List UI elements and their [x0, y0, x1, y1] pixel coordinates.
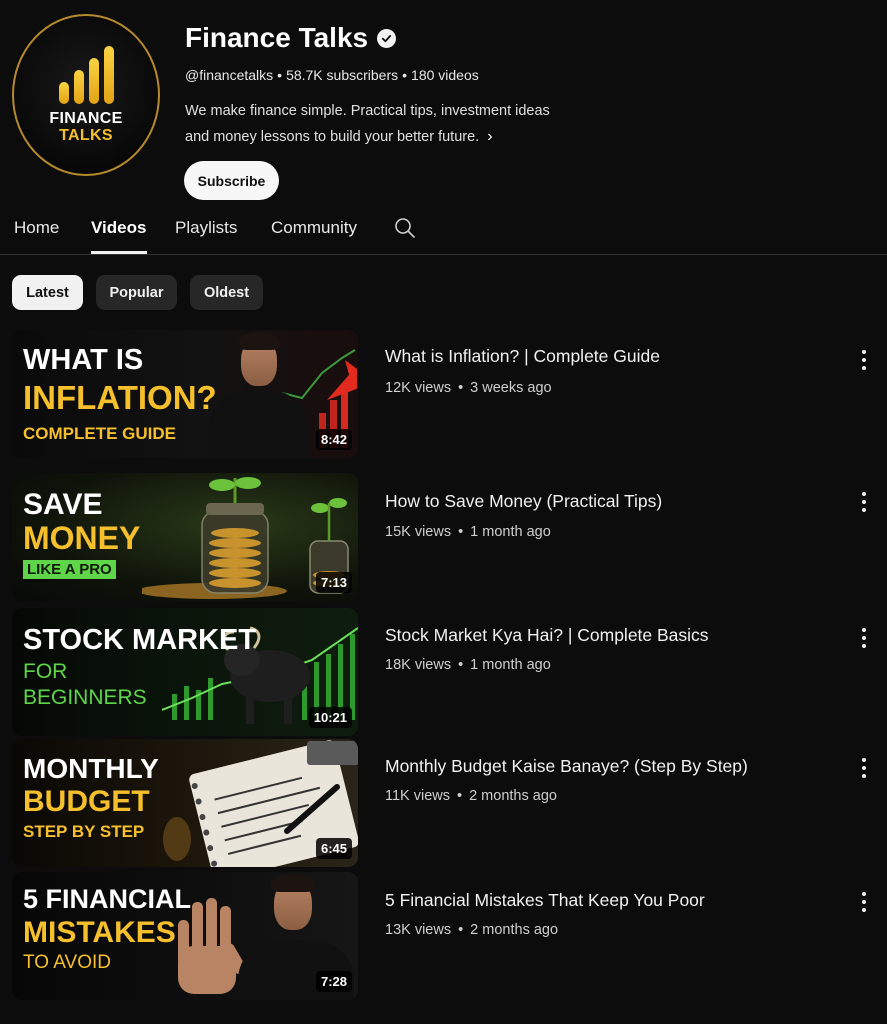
video-title[interactable]: How to Save Money (Practical Tips): [385, 491, 662, 512]
chip-latest[interactable]: Latest: [12, 275, 83, 310]
chevron-right-icon[interactable]: ›: [487, 124, 492, 149]
video-stats: 13K views • 2 months ago: [385, 922, 559, 938]
video-thumbnail[interactable]: MONTHLY BUDGET STEP BY STEP 6:45: [12, 739, 358, 867]
more-options-icon[interactable]: [856, 626, 872, 650]
video-thumbnail[interactable]: 5 FINANCIAL MISTAKES TO AVOID 7:28: [12, 872, 358, 1000]
presenter-figure: [204, 330, 314, 458]
video-title[interactable]: Monthly Budget Kaise Banaye? (Step By St…: [385, 756, 748, 777]
channel-handle: @financetalks: [185, 67, 274, 83]
channel-tabs: Home Videos Playlists Community: [0, 208, 887, 255]
channel-description[interactable]: We make finance simple. Practical tips, …: [185, 99, 605, 150]
thumb-subtitle: FOR: [23, 660, 68, 683]
video-duration: 7:13: [315, 572, 352, 593]
chip-oldest[interactable]: Oldest: [190, 275, 263, 310]
tab-community[interactable]: Community: [271, 218, 357, 238]
video-thumbnail[interactable]: WHAT IS INFLATION? COMPLETE GUIDE 8:42: [12, 330, 358, 458]
thumb-subtitle: BEGINNERS: [23, 686, 147, 709]
more-options-icon[interactable]: [856, 890, 872, 914]
tab-videos[interactable]: Videos: [91, 218, 146, 238]
video-item[interactable]: WHAT IS INFLATION? COMPLETE GUIDE 8:42 W…: [0, 330, 887, 460]
video-stats: 15K views • 1 month ago: [385, 524, 551, 540]
video-item[interactable]: STOCK MARKET FOR BEGINNERS 10:21 Stock M…: [0, 608, 887, 738]
thumb-headline: SAVE: [23, 488, 103, 521]
thumb-subtitle: LIKE A PRO: [23, 560, 116, 579]
subscriber-count: 58.7K subscribers: [286, 67, 399, 83]
search-icon[interactable]: [394, 217, 416, 244]
thumb-subtitle: STEP BY STEP: [23, 822, 145, 841]
thumb-subtitle: TO AVOID: [23, 952, 111, 973]
thumb-headline-accent: BUDGET: [23, 785, 150, 818]
thumb-headline: STOCK MARKET: [23, 624, 257, 656]
active-tab-indicator: [91, 251, 147, 254]
video-thumbnail[interactable]: SAVE MONEY LIKE A PRO 7:13: [12, 473, 358, 601]
thumb-headline-accent: INFLATION?: [23, 379, 217, 416]
video-thumbnail[interactable]: STOCK MARKET FOR BEGINNERS 10:21: [12, 608, 358, 736]
more-options-icon[interactable]: [856, 756, 872, 780]
video-item[interactable]: 5 FINANCIAL MISTAKES TO AVOID 7:28 5 Fin…: [0, 872, 887, 1002]
logo-text: FINANCE TALKS: [49, 110, 123, 144]
more-options-icon[interactable]: [856, 490, 872, 514]
tab-home[interactable]: Home: [14, 218, 59, 238]
verified-check-icon: [377, 28, 397, 48]
video-duration: 7:28: [315, 971, 352, 992]
thumb-headline-accent: MISTAKES: [23, 916, 176, 949]
video-stats: 12K views • 3 weeks ago: [385, 380, 552, 396]
more-options-icon[interactable]: [856, 348, 872, 372]
channel-name: Finance Talks: [185, 22, 397, 54]
thumb-headline-accent: MONEY: [23, 520, 141, 556]
video-duration: 10:21: [308, 707, 352, 728]
channel-avatar[interactable]: FINANCE TALKS: [12, 14, 160, 176]
video-duration: 6:45: [315, 838, 352, 859]
subscribe-button[interactable]: Subscribe: [184, 161, 279, 200]
video-item[interactable]: SAVE MONEY LIKE A PRO 7:13 How to Save M…: [0, 473, 887, 603]
thumb-subtitle: COMPLETE GUIDE: [23, 424, 177, 443]
video-title[interactable]: What is Inflation? | Complete Guide: [385, 346, 660, 367]
video-title[interactable]: 5 Financial Mistakes That Keep You Poor: [385, 890, 705, 911]
video-item[interactable]: MONTHLY BUDGET STEP BY STEP 6:45 Monthly…: [0, 739, 887, 869]
chip-popular[interactable]: Popular: [96, 275, 177, 310]
video-duration: 8:42: [315, 429, 352, 450]
video-stats: 18K views • 1 month ago: [385, 657, 551, 673]
thumb-headline: 5 FINANCIAL: [23, 884, 191, 914]
video-stats: 11K views • 2 months ago: [385, 788, 557, 804]
thumb-headline: MONTHLY: [23, 753, 159, 784]
bar-chart-logo-icon: [58, 46, 114, 104]
tab-playlists[interactable]: Playlists: [175, 218, 237, 238]
video-count: 180 videos: [411, 67, 479, 83]
channel-meta: @financetalks • 58.7K subscribers • 180 vide…: [185, 67, 479, 83]
thumb-headline: WHAT IS: [23, 344, 144, 376]
video-title[interactable]: Stock Market Kya Hai? | Complete Basics: [385, 625, 709, 646]
